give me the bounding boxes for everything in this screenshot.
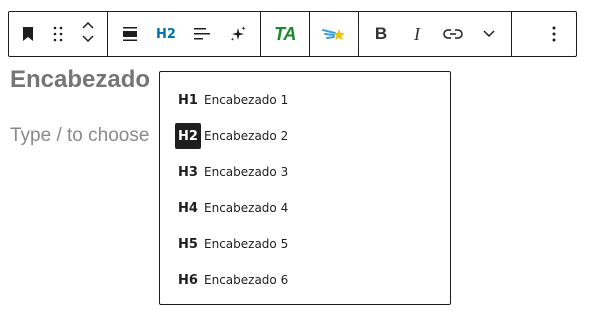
heading-block[interactable]: Encabezado (10, 66, 150, 94)
comet-star-icon (322, 26, 346, 42)
ta-button[interactable]: TA (265, 12, 305, 56)
formatting-group: H2 (108, 12, 261, 56)
link-icon (443, 28, 463, 40)
link-button[interactable] (435, 12, 471, 56)
heading-level-icon: H5 (178, 236, 198, 252)
menu-item-h5[interactable]: H5 Encabezado 5 (160, 226, 450, 262)
bold-label: B (374, 24, 388, 43)
menu-item-label: Encabezado 4 (204, 201, 289, 215)
italic-button[interactable]: I (399, 12, 435, 56)
drag-handle-icon (53, 26, 63, 42)
heading-level-icon: H2 (175, 123, 201, 149)
more-formats-button[interactable] (471, 12, 507, 56)
chevron-up-icon[interactable] (81, 20, 95, 34)
ta-group: TA (261, 12, 310, 56)
block-tools-group (9, 12, 108, 56)
text-align-button[interactable] (184, 12, 220, 56)
chevron-down-icon (482, 29, 496, 39)
plugin-button[interactable] (314, 12, 354, 56)
bold-button[interactable]: B (363, 12, 399, 56)
heading-level-icon: H4 (178, 200, 198, 216)
ta-label: TA (274, 23, 296, 44)
block-type-button[interactable] (13, 12, 43, 56)
align-icon (122, 26, 138, 42)
italic-label: I (414, 23, 420, 44)
menu-item-label: Encabezado 3 (204, 165, 289, 179)
ai-button[interactable] (220, 12, 256, 56)
sparkles-icon (229, 25, 247, 43)
heading-level-icon: H6 (178, 272, 198, 288)
bookmark-icon (21, 26, 35, 42)
paragraph-placeholder[interactable]: Type / to choose (10, 125, 149, 147)
menu-item-label: Encabezado 1 (204, 93, 289, 107)
menu-item-h4[interactable]: H4 Encabezado 4 (160, 190, 450, 226)
heading-level-icon: H3 (178, 164, 198, 180)
chevron-down-icon[interactable] (81, 34, 95, 48)
block-toolbar: H2 TA B I (8, 11, 577, 57)
inline-format-group: B I (359, 12, 512, 56)
menu-item-h1[interactable]: H1 Encabezado 1 (160, 82, 450, 118)
menu-item-label: Encabezado 5 (204, 237, 289, 251)
plugin-group (310, 12, 359, 56)
heading-level-icon: H1 (178, 92, 198, 108)
drag-handle[interactable] (43, 12, 73, 56)
menu-item-label: Encabezado 2 (204, 129, 289, 143)
options-button[interactable] (536, 12, 572, 56)
menu-item-h2[interactable]: H2 Encabezado 2 (160, 118, 450, 154)
heading-level-menu: H1 Encabezado 1 H2 Encabezado 2 H3 Encab… (159, 71, 451, 305)
heading-level-button[interactable]: H2 (148, 12, 184, 56)
text-align-left-icon (193, 26, 211, 42)
options-group (532, 12, 576, 56)
more-vertical-icon (552, 26, 556, 42)
menu-item-label: Encabezado 6 (204, 273, 289, 287)
heading-level-label: H2 (156, 26, 176, 42)
align-button[interactable] (112, 12, 148, 56)
menu-item-h3[interactable]: H3 Encabezado 3 (160, 154, 450, 190)
move-buttons (73, 12, 103, 56)
menu-item-h6[interactable]: H6 Encabezado 6 (160, 262, 450, 298)
